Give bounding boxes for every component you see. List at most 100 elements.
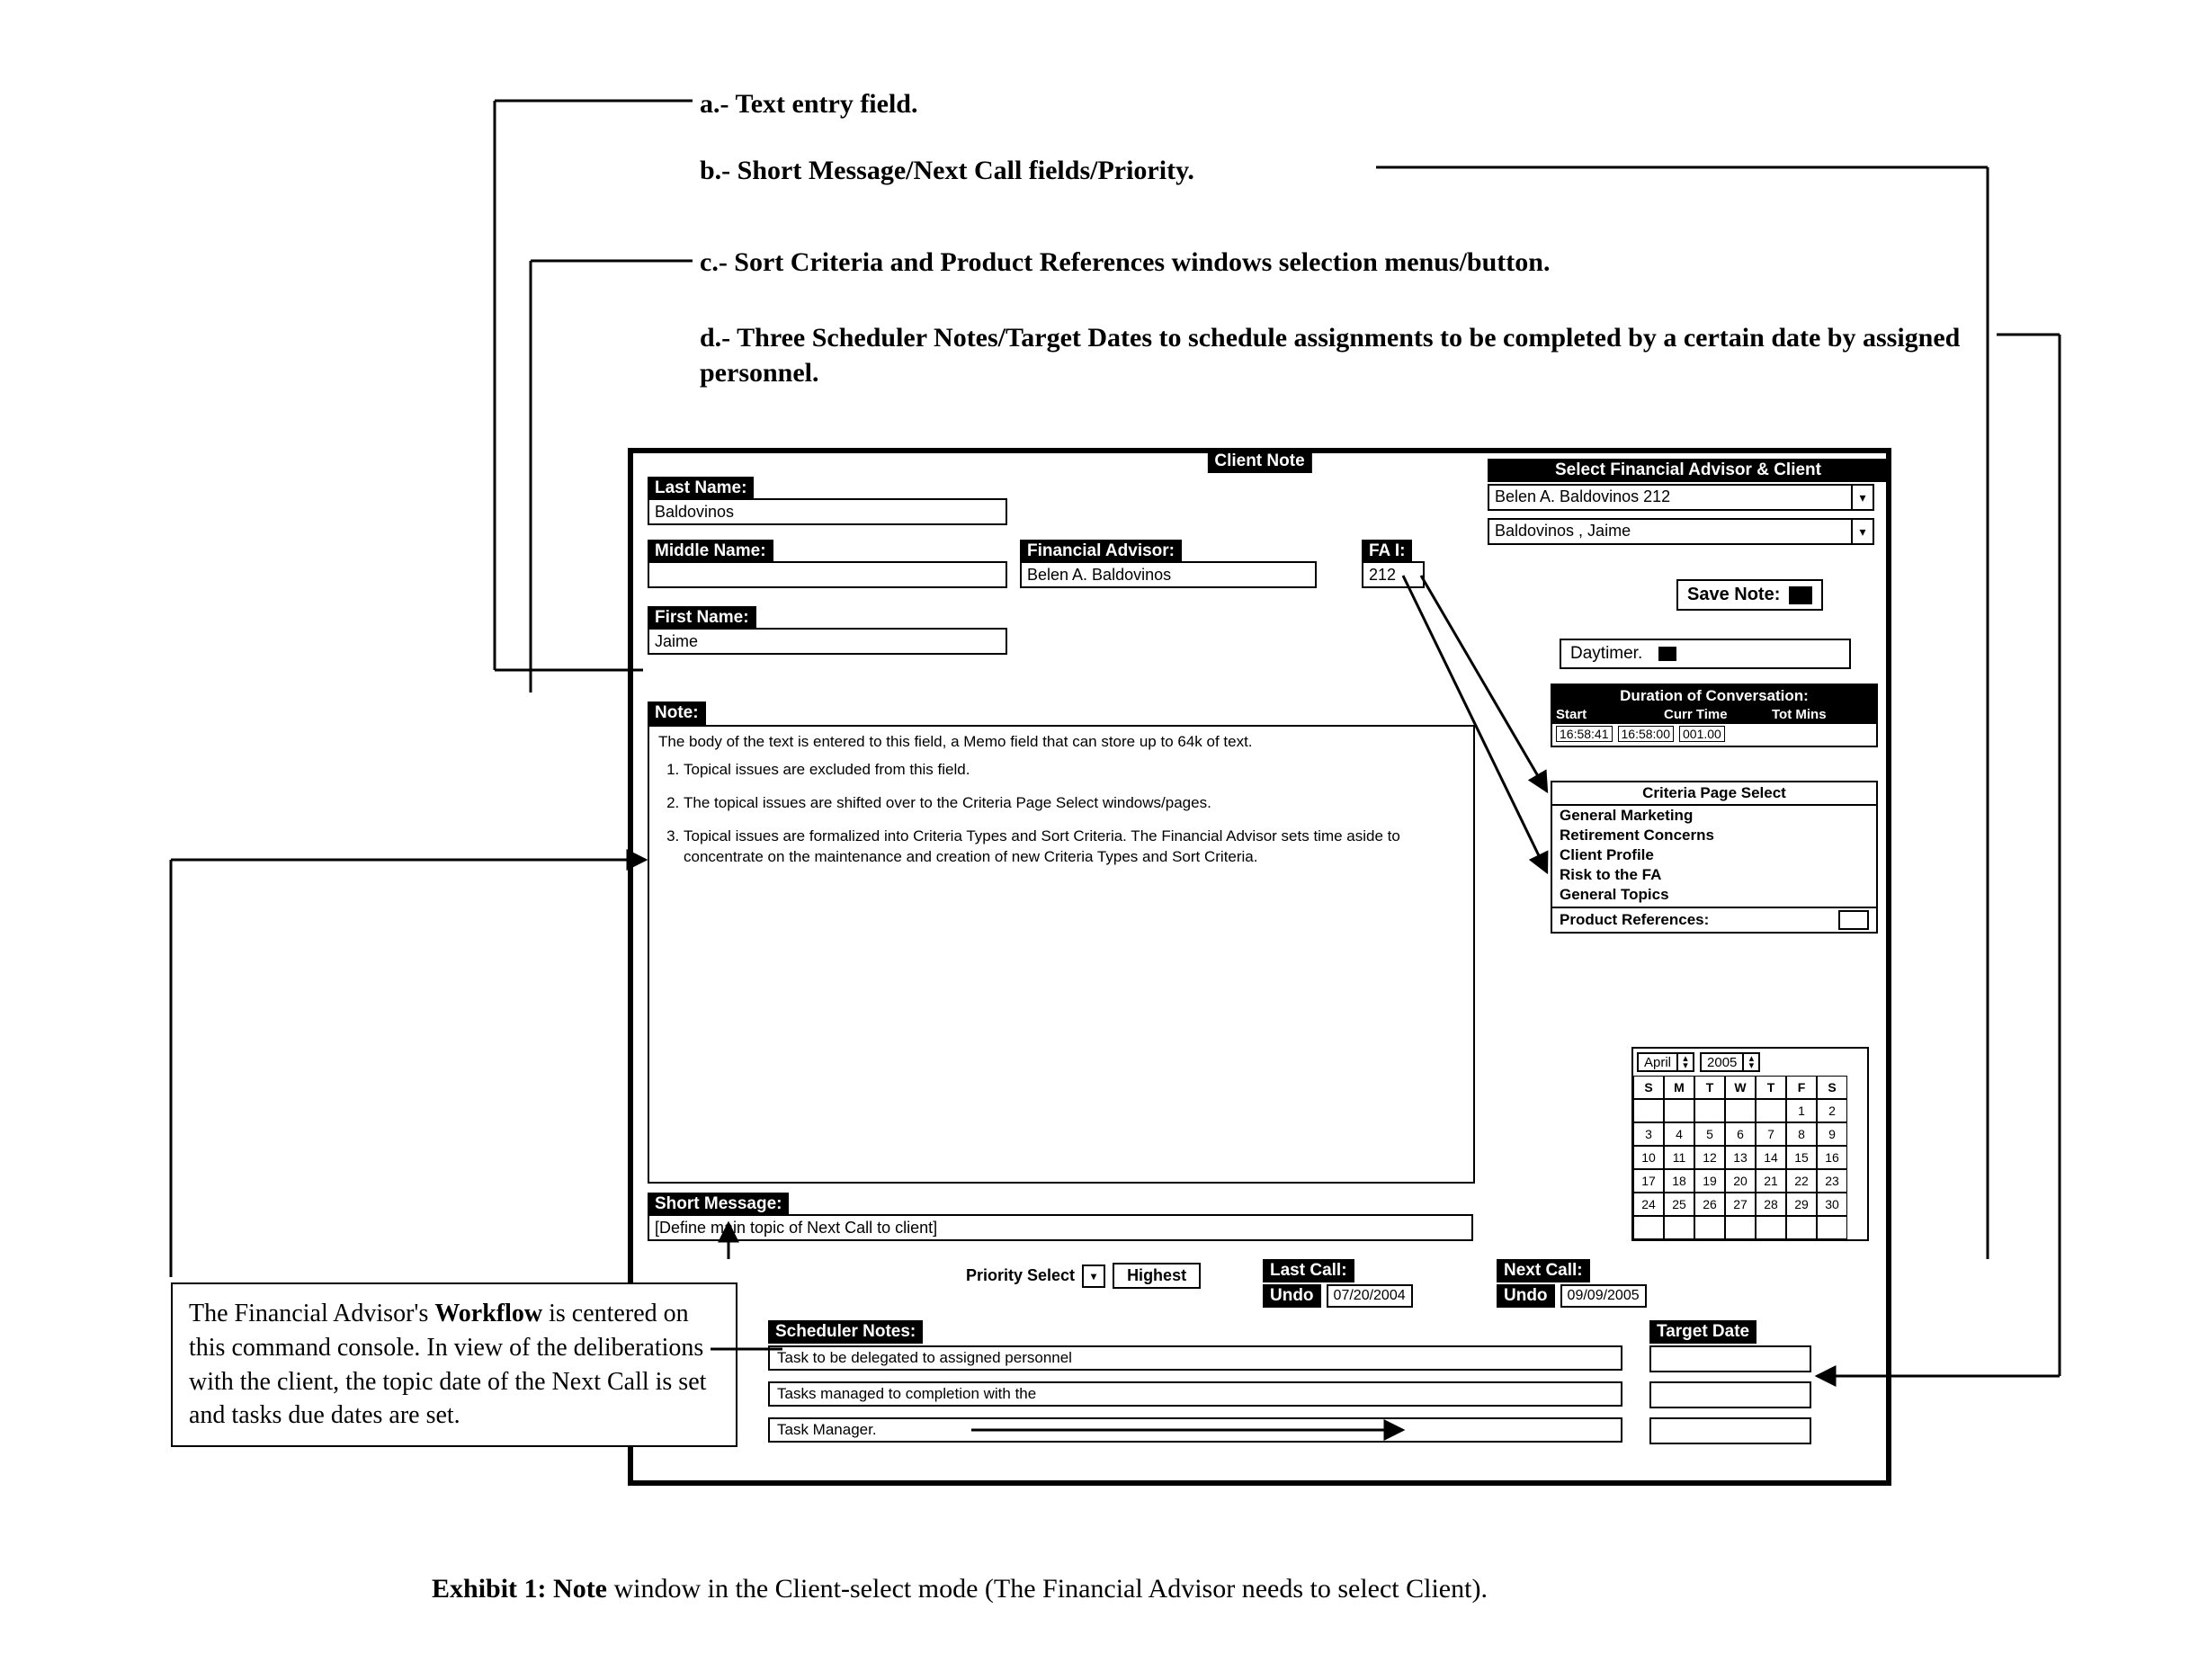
duration-curr: 16:58:00: [1618, 726, 1675, 742]
product-references-button[interactable]: [1838, 910, 1869, 930]
clock-icon: [1658, 647, 1676, 661]
calendar-day[interactable]: 7: [1756, 1122, 1786, 1146]
fa-id-field[interactable]: 212: [1362, 561, 1425, 588]
calendar-day[interactable]: 5: [1694, 1122, 1725, 1146]
calendar-day[interactable]: 4: [1664, 1122, 1694, 1146]
priority-stepper[interactable]: ▾: [1082, 1264, 1105, 1288]
calendar-day[interactable]: 21: [1756, 1169, 1786, 1193]
next-call-date[interactable]: 09/09/2005: [1560, 1284, 1647, 1308]
calendar-grid[interactable]: SMTWTFS123456789101112131415161718192021…: [1633, 1076, 1867, 1239]
daytimer-label: Daytimer.: [1570, 644, 1642, 664]
advisor-dropdown[interactable]: Belen A. Baldovinos 212 ▾: [1488, 484, 1874, 511]
calendar-day[interactable]: 24: [1633, 1193, 1664, 1216]
next-call-block: Next Call:: [1497, 1259, 1590, 1282]
calendar-day[interactable]: 27: [1725, 1193, 1756, 1216]
note-label: Note:: [648, 701, 706, 725]
calendar-day[interactable]: 28: [1756, 1193, 1786, 1216]
duration-col: Curr Time: [1664, 707, 1765, 722]
target-date-field[interactable]: [1649, 1345, 1811, 1372]
duration-box: Duration of Conversation: Start Curr Tim…: [1551, 684, 1878, 747]
calendar-day[interactable]: 1: [1786, 1099, 1817, 1122]
first-name-field[interactable]: Jaime: [648, 628, 1007, 655]
calendar-day[interactable]: 18: [1664, 1169, 1694, 1193]
criteria-page-select[interactable]: Criteria Page Select General Marketing R…: [1551, 781, 1878, 934]
scheduler-row[interactable]: Task Manager.: [768, 1417, 1622, 1443]
annotation-a: a.- Text entry field.: [700, 86, 917, 121]
calendar-day: [1664, 1216, 1694, 1239]
advisor-selected: Belen A. Baldovinos 212: [1489, 486, 1853, 509]
last-call-block: Last Call:: [1263, 1259, 1354, 1282]
last-call-undo[interactable]: Undo: [1263, 1284, 1321, 1308]
calendar-year: 2005: [1702, 1055, 1742, 1070]
calendar-day: [1725, 1099, 1756, 1122]
note-bullet-list: Topical issues are excluded from this fi…: [684, 760, 1464, 868]
calendar-day[interactable]: 3: [1633, 1122, 1664, 1146]
client-note-window: Client Note Last Name: Baldovinos Middle…: [628, 448, 1891, 1486]
calendar-day[interactable]: 2: [1817, 1099, 1847, 1122]
scheduler-row[interactable]: Tasks managed to completion with the: [768, 1381, 1622, 1407]
chevron-down-icon[interactable]: ▾: [1853, 486, 1873, 509]
calendar-day: [1817, 1216, 1847, 1239]
criteria-item[interactable]: Retirement Concerns: [1552, 826, 1876, 845]
calendar-day[interactable]: 22: [1786, 1169, 1817, 1193]
chevron-down-icon[interactable]: ▾: [1853, 520, 1873, 543]
scheduler-notes-label: Scheduler Notes:: [768, 1320, 923, 1344]
financial-advisor-label: Financial Advisor:: [1020, 540, 1182, 563]
calendar-day[interactable]: 23: [1817, 1169, 1847, 1193]
save-note-button[interactable]: Save Note:: [1676, 579, 1823, 611]
calendar-day: [1756, 1216, 1786, 1239]
chevron-updown-icon[interactable]: ▴▾: [1742, 1054, 1758, 1070]
calendar-day[interactable]: 25: [1664, 1193, 1694, 1216]
calendar-month-select[interactable]: April ▴▾: [1637, 1052, 1694, 1072]
middle-name-label: Middle Name:: [648, 540, 773, 563]
calendar-day[interactable]: 8: [1786, 1122, 1817, 1146]
criteria-item[interactable]: General Marketing: [1552, 806, 1876, 826]
target-date-field[interactable]: [1649, 1381, 1811, 1408]
criteria-item[interactable]: Client Profile: [1552, 845, 1876, 865]
next-call-undo[interactable]: Undo: [1497, 1284, 1555, 1308]
calendar-year-select[interactable]: 2005 ▴▾: [1700, 1052, 1760, 1072]
last-name-field[interactable]: Baldovinos: [648, 498, 1007, 525]
daytimer-button[interactable]: Daytimer.: [1560, 639, 1851, 669]
financial-advisor-field[interactable]: Belen A. Baldovinos: [1020, 561, 1317, 588]
calendar[interactable]: April ▴▾ 2005 ▴▾ SMTWTFS1234567891011121…: [1631, 1047, 1869, 1241]
calendar-day[interactable]: 16: [1817, 1146, 1847, 1169]
calendar-day: [1694, 1099, 1725, 1122]
calendar-day[interactable]: 6: [1725, 1122, 1756, 1146]
middle-name-field[interactable]: [648, 561, 1007, 588]
calendar-day[interactable]: 9: [1817, 1122, 1847, 1146]
priority-label: Priority Select: [966, 1266, 1075, 1285]
calendar-day[interactable]: 29: [1786, 1193, 1817, 1216]
priority-select[interactable]: Priority Select ▾ Highest: [966, 1263, 1201, 1289]
calendar-day[interactable]: 11: [1664, 1146, 1694, 1169]
calendar-day[interactable]: 26: [1694, 1193, 1725, 1216]
client-dropdown[interactable]: Baldovinos , Jaime ▾: [1488, 518, 1874, 545]
criteria-item[interactable]: Risk to the FA: [1552, 865, 1876, 885]
short-message-field[interactable]: [Define main topic of Next Call to clien…: [648, 1214, 1473, 1241]
calendar-day[interactable]: 12: [1694, 1146, 1725, 1169]
priority-value: Highest: [1113, 1263, 1201, 1289]
criteria-item[interactable]: General Topics: [1552, 885, 1876, 905]
calendar-day: [1633, 1216, 1664, 1239]
duration-total: 001.00: [1679, 726, 1725, 742]
calendar-month: April: [1639, 1055, 1676, 1070]
calendar-day[interactable]: 30: [1817, 1193, 1847, 1216]
calendar-day[interactable]: 17: [1633, 1169, 1664, 1193]
calendar-dow: T: [1694, 1076, 1725, 1099]
exhibit-caption: Exhibit 1: Note window in the Client-sel…: [432, 1574, 1488, 1604]
note-intro: The body of the text is entered to this …: [658, 732, 1464, 753]
calendar-day[interactable]: 14: [1756, 1146, 1786, 1169]
last-call-date[interactable]: 07/20/2004: [1327, 1284, 1413, 1308]
note-body-textarea[interactable]: The body of the text is entered to this …: [648, 725, 1475, 1184]
calendar-day[interactable]: 20: [1725, 1169, 1756, 1193]
chevron-updown-icon[interactable]: ▴▾: [1676, 1054, 1693, 1070]
page-root: a.- Text entry field. b.- Short Message/…: [0, 0, 2190, 1680]
target-date-field[interactable]: [1649, 1417, 1811, 1444]
calendar-day[interactable]: 13: [1725, 1146, 1756, 1169]
calendar-day[interactable]: 10: [1633, 1146, 1664, 1169]
scheduler-row[interactable]: Task to be delegated to assigned personn…: [768, 1345, 1622, 1371]
select-advisor-header: Select Financial Advisor & Client: [1488, 459, 1889, 482]
calendar-day[interactable]: 15: [1786, 1146, 1817, 1169]
calendar-day[interactable]: 19: [1694, 1169, 1725, 1193]
last-call-label: Last Call:: [1263, 1259, 1354, 1282]
